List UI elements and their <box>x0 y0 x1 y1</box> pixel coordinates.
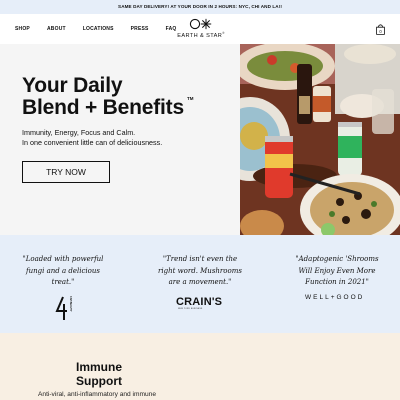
hero-photo <box>240 44 400 235</box>
try-now-button[interactable]: TRY NOW <box>22 161 110 183</box>
logo-registered-mark: ® <box>222 31 225 35</box>
quote-line: right word. Mushrooms <box>158 266 242 275</box>
well-and-good-logo: WELL+GOOD <box>305 294 365 301</box>
quote-line: "Loaded with powerful <box>22 255 104 263</box>
logo-text: EARTH & STAR® <box>177 31 225 39</box>
logo-mark-icon <box>189 18 212 30</box>
hero-headline-line2: Blend + Benefits <box>22 96 184 119</box>
press-quote: "Loaded with powerful fungi and a delici… <box>13 254 113 289</box>
hero-headline-line1: Your Daily <box>22 74 123 97</box>
nav-link-about[interactable]: ABOUT <box>47 26 66 32</box>
main-nav: SHOP ABOUT LOCATIONS PRESS FAQ EARTH & S… <box>0 14 400 44</box>
nav-link-faq[interactable]: FAQ <box>166 26 177 32</box>
quote-line: are a movement." <box>168 278 232 286</box>
quote-line: fungi and a delicious <box>26 266 100 275</box>
crains-subtitle: NEW YORK BUSINESS <box>178 308 203 310</box>
shopping-bag-icon[interactable]: 0 <box>376 24 385 35</box>
cap-beauty-logo: CAP BEAUTY <box>55 296 72 320</box>
hero-subtitle: Immunity, Energy, Focus and Calm. In one… <box>22 128 232 148</box>
brand-logo[interactable]: EARTH & STAR® <box>177 18 225 39</box>
nav-link-shop[interactable]: SHOP <box>15 26 30 32</box>
quote-line: treat." <box>51 278 75 286</box>
benefit-title-line2: Support <box>76 374 122 388</box>
quote-line: "Adaptogenic 'Shrooms <box>295 255 379 263</box>
nav-links: SHOP ABOUT LOCATIONS PRESS FAQ <box>15 26 193 32</box>
quote-line: Function in 2021" <box>305 278 369 286</box>
hero-subtitle-line2: In one convenient little can of deliciou… <box>22 138 163 147</box>
trademark-mark: TM <box>187 96 194 101</box>
nav-link-press[interactable]: PRESS <box>131 26 149 32</box>
quote-line: "Trend isn't even the <box>162 255 238 263</box>
hero-photo-illustration <box>240 44 400 235</box>
press-quote: "Adaptogenic 'Shrooms Will Enjoy Even Mo… <box>287 254 387 289</box>
promo-banner: SAME DAY DELIVERY! AT YOUR DOOR IN 2 HOU… <box>0 0 400 14</box>
hero-headline: Your Daily Blend + Benefits <box>22 75 184 119</box>
hero-subtitle-line1: Immunity, Energy, Focus and Calm. <box>22 128 136 137</box>
nav-link-locations[interactable]: LOCATIONS <box>83 26 114 32</box>
press-quote: "Trend isn't even the right word. Mushro… <box>150 254 250 289</box>
cap-beauty-name: CAP BEAUTY <box>69 296 72 312</box>
logo-name: EARTH & STAR <box>177 32 223 39</box>
hero-section: Your Daily Blend + Benefits TM Immunity,… <box>0 44 240 235</box>
benefit-title-line1: Immune <box>76 360 123 374</box>
benefit-description: Anti-viral, anti-inflammatory and immune <box>38 391 156 398</box>
quote-line: Will Enjoy Even More <box>298 266 376 275</box>
cart-count: 0 <box>379 29 382 34</box>
benefit-title: Immune Support <box>76 360 122 388</box>
crains-logo: CRAIN'S <box>176 296 223 308</box>
benefits-section: Immune Support Anti-viral, anti-inflamma… <box>0 333 400 400</box>
